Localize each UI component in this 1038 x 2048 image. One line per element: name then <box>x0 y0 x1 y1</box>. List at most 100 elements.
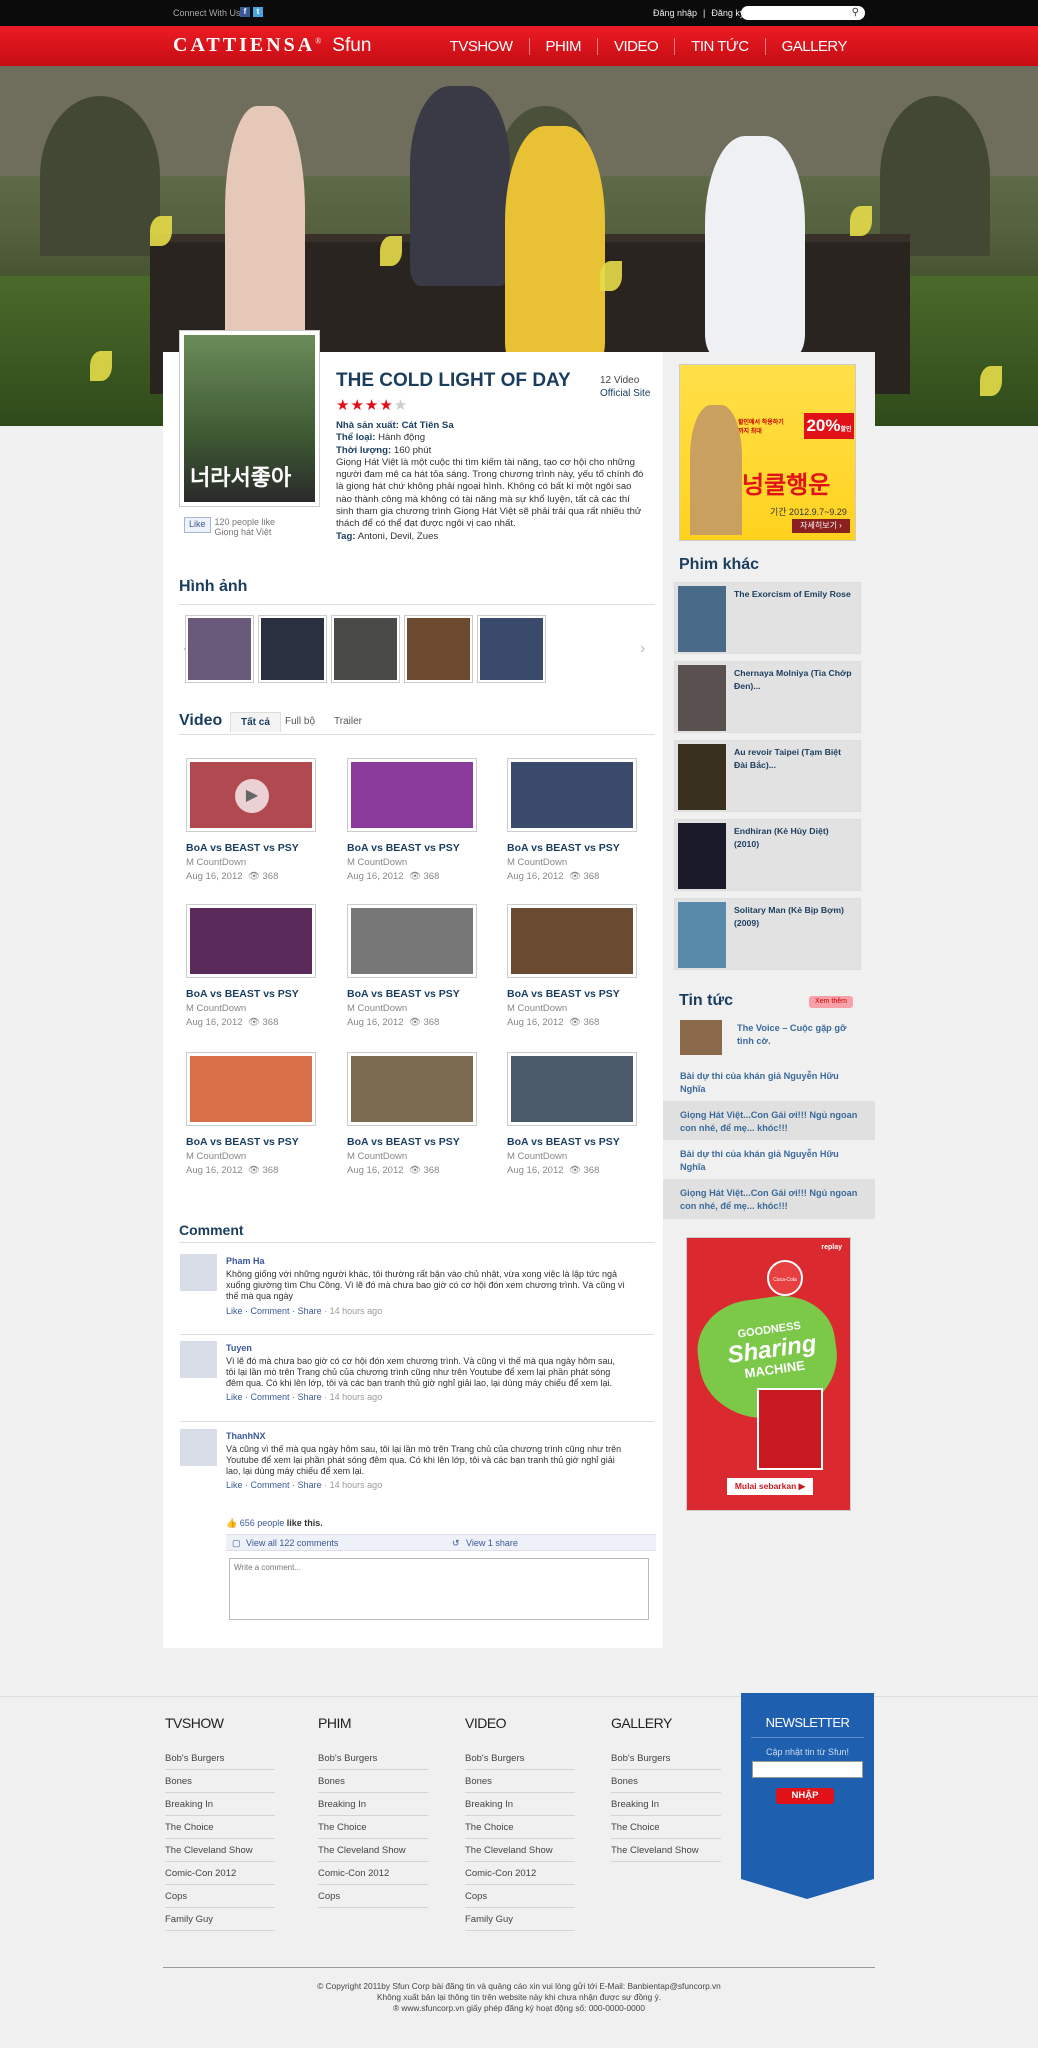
video-card[interactable]: BoA vs BEAST vs PSY M CountDown Aug 16, 20… <box>186 1052 316 1176</box>
newsletter-email-input[interactable] <box>752 1761 863 1778</box>
footer-link[interactable]: The Cleveland Show <box>465 1839 575 1862</box>
news-item[interactable]: Bài dự thi của khán giả Nguyễn Hữu Nghĩa <box>663 1140 875 1179</box>
comment-like-link[interactable]: Like <box>226 1306 243 1316</box>
video-card[interactable]: BoA vs BEAST vs PSY M CountDown Aug 16, 20… <box>507 904 637 1028</box>
footer-link[interactable]: Breaking In <box>465 1793 575 1816</box>
video-card[interactable]: BoA vs BEAST vs PSY M CountDown Aug 16, 20… <box>347 1052 477 1176</box>
footer-link[interactable]: Bones <box>165 1770 275 1793</box>
video-card[interactable]: BoA vs BEAST vs PSY M CountDown Aug 16, 20… <box>507 1052 637 1176</box>
footer-link[interactable]: Bones <box>611 1770 721 1793</box>
footer-link[interactable]: Bob's Burgers <box>318 1747 428 1770</box>
nav-phim[interactable]: PHIM <box>528 38 598 55</box>
tab-trailer[interactable]: Trailer <box>324 712 372 731</box>
ad-more-button[interactable]: 자세히보기 › <box>792 519 850 533</box>
gallery-next-arrow[interactable]: › <box>640 640 645 658</box>
footer-link[interactable]: Family Guy <box>165 1908 275 1931</box>
login-link[interactable]: Đăng nhập <box>653 8 697 18</box>
video-thumbnail[interactable] <box>347 758 477 832</box>
site-logo[interactable]: CATTIENSA® Sfun <box>173 34 371 57</box>
other-movie-item[interactable]: Solitary Man (Kẻ Bịp Bợm) (2009) <box>674 898 861 970</box>
video-card[interactable]: BoA vs BEAST vs PSY M CountDown Aug 16, 20… <box>507 758 637 882</box>
newsletter-submit-button[interactable]: NHẬP <box>776 1788 834 1804</box>
news-item[interactable]: Giọng Hát Việt...Con Gái ơi!!! Ngủ ngoan… <box>663 1101 875 1140</box>
comment-like-link[interactable]: Like <box>226 1392 243 1402</box>
video-title[interactable]: BoA vs BEAST vs PSY <box>507 1136 637 1148</box>
ad-banner-top[interactable]: 할인에서 착용하기까지 최대 20%할인 넝쿨행운 기간 2012.9.7~9.… <box>679 364 856 541</box>
news-item[interactable]: Giọng Hát Việt...Con Gái ơi!!! Ngủ ngoan… <box>663 1179 875 1219</box>
comment-reply-link[interactable]: Comment <box>251 1392 290 1402</box>
footer-link[interactable]: Cops <box>465 1885 575 1908</box>
footer-column-title[interactable]: TVSHOW <box>165 1715 275 1735</box>
video-thumbnail[interactable]: ▶ <box>186 758 316 832</box>
comment-share-link[interactable]: Share <box>298 1392 322 1402</box>
other-movie-title[interactable]: Solitary Man (Kẻ Bịp Bợm) (2009) <box>734 904 854 930</box>
comment-share-link[interactable]: Share <box>298 1480 322 1490</box>
footer-link[interactable]: Comic-Con 2012 <box>318 1862 428 1885</box>
video-title[interactable]: BoA vs BEAST vs PSY <box>507 988 637 1000</box>
avatar[interactable] <box>180 1254 217 1291</box>
twitter-icon[interactable]: t <box>253 7 263 17</box>
like-button[interactable]: Like <box>184 517 211 533</box>
footer-link[interactable]: Family Guy <box>465 1908 575 1931</box>
footer-link[interactable]: Breaking In <box>611 1793 721 1816</box>
footer-column-title[interactable]: VIDEO <box>465 1715 575 1735</box>
footer-link[interactable]: The Choice <box>318 1816 428 1839</box>
footer-link[interactable]: The Cleveland Show <box>318 1839 428 1862</box>
gallery-thumbnail[interactable] <box>331 615 400 683</box>
news-item[interactable]: The Voice – Cuộc gặp gỡ tình cờ. <box>663 1014 875 1062</box>
comment-reply-link[interactable]: Comment <box>251 1306 290 1316</box>
comment-input[interactable]: Write a comment... <box>229 1558 649 1620</box>
avatar[interactable] <box>180 1429 217 1466</box>
nav-video[interactable]: VIDEO <box>597 38 674 55</box>
footer-link[interactable]: Breaking In <box>318 1793 428 1816</box>
video-thumbnail[interactable] <box>507 758 637 832</box>
comment-author[interactable]: Pham Ha <box>226 1256 265 1266</box>
view-all-comments-link[interactable]: View all 122 comments <box>246 1538 338 1548</box>
video-title[interactable]: BoA vs BEAST vs PSY <box>186 988 316 1000</box>
video-card[interactable]: BoA vs BEAST vs PSY M CountDown Aug 16, 20… <box>186 904 316 1028</box>
gallery-thumbnail[interactable] <box>404 615 473 683</box>
video-title[interactable]: BoA vs BEAST vs PSY <box>186 1136 316 1148</box>
footer-link[interactable]: Comic-Con 2012 <box>165 1862 275 1885</box>
tab-full[interactable]: Full bộ <box>275 712 325 731</box>
footer-link[interactable]: The Choice <box>465 1816 575 1839</box>
video-card[interactable]: ▶ BoA vs BEAST vs PSY M CountDown Aug 16, 2… <box>186 758 316 882</box>
footer-link[interactable]: Bones <box>318 1770 428 1793</box>
comment-author[interactable]: ThanhNX <box>226 1431 266 1441</box>
footer-link[interactable]: The Choice <box>165 1816 275 1839</box>
avatar[interactable] <box>180 1341 217 1378</box>
tab-all[interactable]: Tất cả <box>230 712 281 732</box>
gallery-thumbnail[interactable] <box>477 615 546 683</box>
ad-coke-button[interactable]: Mulai sebarkan ▶ <box>727 1478 813 1495</box>
other-movie-title[interactable]: The Exorcism of Emily Rose <box>734 588 854 601</box>
footer-link[interactable]: Comic-Con 2012 <box>465 1862 575 1885</box>
footer-link[interactable]: Cops <box>165 1885 275 1908</box>
ad-banner-coke[interactable]: replay Coca-Cola GOODNESS Sharing MACHIN… <box>686 1237 851 1511</box>
nav-tvshow[interactable]: TVSHOW <box>434 38 529 55</box>
video-thumbnail[interactable] <box>186 904 316 978</box>
footer-link[interactable]: Bones <box>465 1770 575 1793</box>
footer-link[interactable]: The Cleveland Show <box>165 1839 275 1862</box>
nav-tin-tuc[interactable]: TIN TỨC <box>674 38 764 55</box>
footer-link[interactable]: The Choice <box>611 1816 721 1839</box>
register-link[interactable]: Đăng ký <box>711 8 744 18</box>
video-thumbnail[interactable] <box>347 1052 477 1126</box>
video-thumbnail[interactable] <box>186 1052 316 1126</box>
footer-link[interactable]: Bob's Burgers <box>165 1747 275 1770</box>
movie-tags[interactable]: Antoni, Devil, Zues <box>358 531 439 542</box>
video-title[interactable]: BoA vs BEAST vs PSY <box>347 1136 477 1148</box>
video-thumbnail[interactable] <box>507 1052 637 1126</box>
other-movie-title[interactable]: Au revoir Taipei (Tạm Biệt Đài Bắc)... <box>734 746 854 772</box>
comment-like-link[interactable]: Like <box>226 1480 243 1490</box>
footer-link[interactable]: Bob's Burgers <box>611 1747 721 1770</box>
news-item[interactable]: Bài dự thi của khán giả Nguyễn Hữu Nghĩa <box>663 1062 875 1101</box>
gallery-thumbnail[interactable] <box>258 615 327 683</box>
video-title[interactable]: BoA vs BEAST vs PSY <box>347 842 477 854</box>
search-input[interactable]: ⚲ <box>741 6 865 20</box>
nav-gallery[interactable]: GALLERY <box>764 38 863 55</box>
video-thumbnail[interactable] <box>347 904 477 978</box>
likes-count[interactable]: 656 people <box>240 1518 285 1528</box>
footer-link[interactable]: Bob's Burgers <box>465 1747 575 1770</box>
movie-poster[interactable]: 너라서좋아 <box>179 330 320 507</box>
facebook-icon[interactable]: f <box>240 7 250 17</box>
